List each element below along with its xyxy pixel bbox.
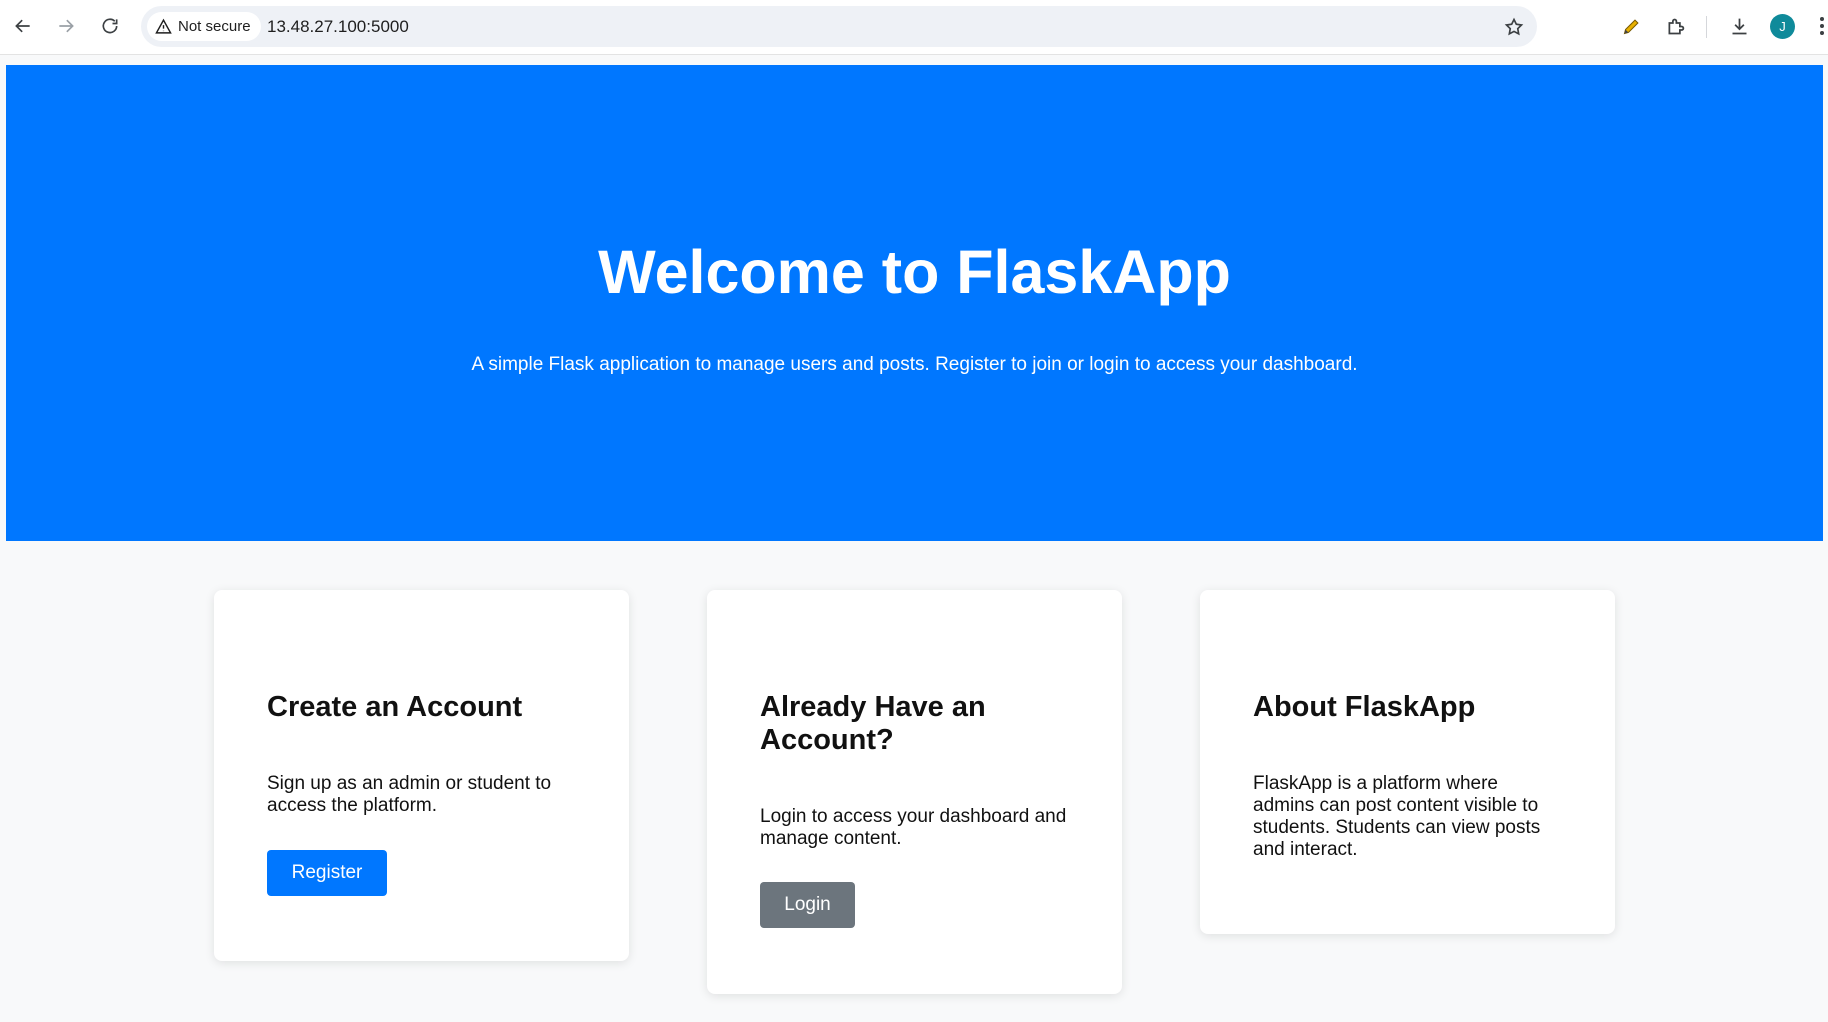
hero-banner: Welcome to FlaskApp A simple Flask appli… (6, 65, 1823, 541)
reload-icon (102, 18, 118, 34)
card-text: FlaskApp is a platform where admins can … (1253, 773, 1541, 860)
register-button[interactable]: Register (267, 850, 387, 896)
hero-title: Welcome to FlaskApp (598, 238, 1231, 306)
warning-icon (155, 18, 172, 34)
url-text[interactable]: 13.48.27.100:5000 (267, 6, 409, 47)
downloads-button[interactable] (1725, 12, 1753, 40)
address-bar[interactable]: Not secure 13.48.27.100:5000 (141, 6, 1537, 47)
card-title: Create an Account (267, 691, 523, 723)
card-text: Login to access your dashboard and manag… (760, 806, 1067, 849)
about-card: About FlaskApp FlaskApp is a platform wh… (1200, 590, 1615, 934)
forward-button[interactable] (51, 11, 81, 41)
login-button[interactable]: Login (760, 882, 855, 928)
bookmark-button[interactable] (1501, 14, 1527, 40)
profile-avatar[interactable]: J (1770, 14, 1795, 39)
browser-toolbar: Not secure 13.48.27.100:5000 J (0, 0, 1828, 55)
toolbar-divider (1706, 16, 1707, 38)
card-title: Already Have an Account? (760, 691, 986, 756)
pencil-icon (1623, 18, 1639, 34)
login-card: Already Have an Account? Login to access… (707, 590, 1122, 994)
star-icon (1504, 17, 1524, 36)
menu-kebab-icon[interactable] (1818, 14, 1828, 40)
create-account-card: Create an Account Sign up as an admin or… (214, 590, 629, 961)
back-button[interactable] (8, 11, 38, 41)
reload-button[interactable] (95, 11, 125, 41)
card-title: About FlaskApp (1253, 691, 1476, 723)
security-label: Not secure (178, 18, 251, 35)
download-icon (1732, 18, 1746, 34)
extensions-button[interactable] (1661, 12, 1689, 40)
puzzle-icon (1668, 18, 1684, 34)
arrow-right-icon (59, 19, 74, 33)
edit-extension-button[interactable] (1617, 12, 1645, 40)
hero-subtitle: A simple Flask application to manage use… (471, 354, 1358, 375)
card-text: Sign up as an admin or student to access… (267, 773, 552, 816)
security-indicator[interactable]: Not secure (147, 12, 261, 41)
arrow-left-icon (15, 19, 30, 33)
